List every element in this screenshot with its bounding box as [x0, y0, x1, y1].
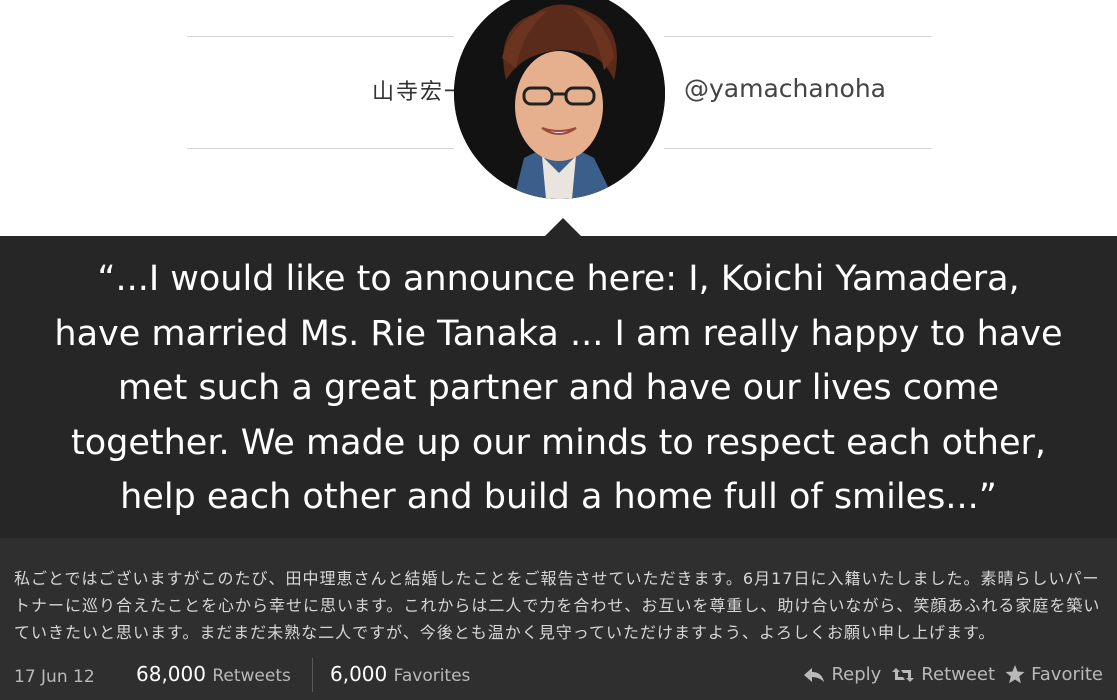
tweet-meta-bar: 17 Jun 12 68,000 Retweets 6,000 Favorite… — [0, 656, 1117, 700]
translated-quote-panel: “...I would like to announce here: I, Ko… — [0, 236, 1117, 538]
favorite-button[interactable]: Favorite — [1005, 664, 1103, 685]
quote-line: help each other and build a home full of… — [120, 477, 997, 517]
reply-arrow-icon — [804, 667, 825, 682]
translated-quote: “...I would like to announce here: I, Ko… — [0, 252, 1117, 525]
stat-divider — [312, 658, 313, 692]
divider-left-bottom — [187, 148, 454, 149]
divider-right-bottom — [664, 148, 932, 149]
retweet-count-value: 68,000 — [136, 662, 206, 686]
tweet-date[interactable]: 17 Jun 12 — [14, 667, 95, 687]
favorite-count-label: Favorites — [393, 666, 471, 686]
quote-line: have married Ms. Rie Tanaka ... I am rea… — [54, 313, 1063, 354]
quote-line: “...I would like to announce here: I, Ko… — [97, 259, 1020, 299]
quote-line: met such a great partner and have our li… — [117, 368, 1000, 408]
reply-button[interactable]: Reply — [803, 664, 881, 685]
tweet-footer: 私ごとではございますがこのたび、田中理恵さんと結婚したことをご報告させていただき… — [0, 538, 1117, 700]
speech-caret — [545, 218, 581, 236]
favorite-count-value: 6,000 — [330, 662, 388, 686]
profile-header: 山寺宏一 @yamachanoha — [0, 0, 1117, 236]
star-icon — [1005, 665, 1025, 684]
tweet-actions: Reply Retweet Favorite — [803, 664, 1103, 685]
divider-left-top — [187, 36, 454, 37]
retweet-count-label: Retweets — [212, 666, 291, 686]
retweet-label: Retweet — [921, 664, 996, 685]
favorite-label: Favorite — [1031, 664, 1103, 685]
retweet-icon — [892, 667, 915, 682]
retweet-button[interactable]: Retweet — [891, 664, 995, 685]
original-tweet-text: 私ごとではございますがこのたび、田中理恵さんと結婚したことをご報告させていただき… — [14, 569, 1101, 642]
retweet-count[interactable]: 68,000 Retweets — [136, 662, 291, 686]
quote-line: together. We made up our minds to respec… — [71, 422, 1046, 463]
avatar[interactable] — [454, 0, 665, 199]
profile-handle[interactable]: @yamachanoha — [684, 74, 886, 103]
avatar-portrait-icon — [454, 0, 665, 199]
favorite-count[interactable]: 6,000 Favorites — [330, 662, 470, 686]
reply-label: Reply — [831, 664, 882, 685]
divider-right-top — [664, 36, 932, 37]
